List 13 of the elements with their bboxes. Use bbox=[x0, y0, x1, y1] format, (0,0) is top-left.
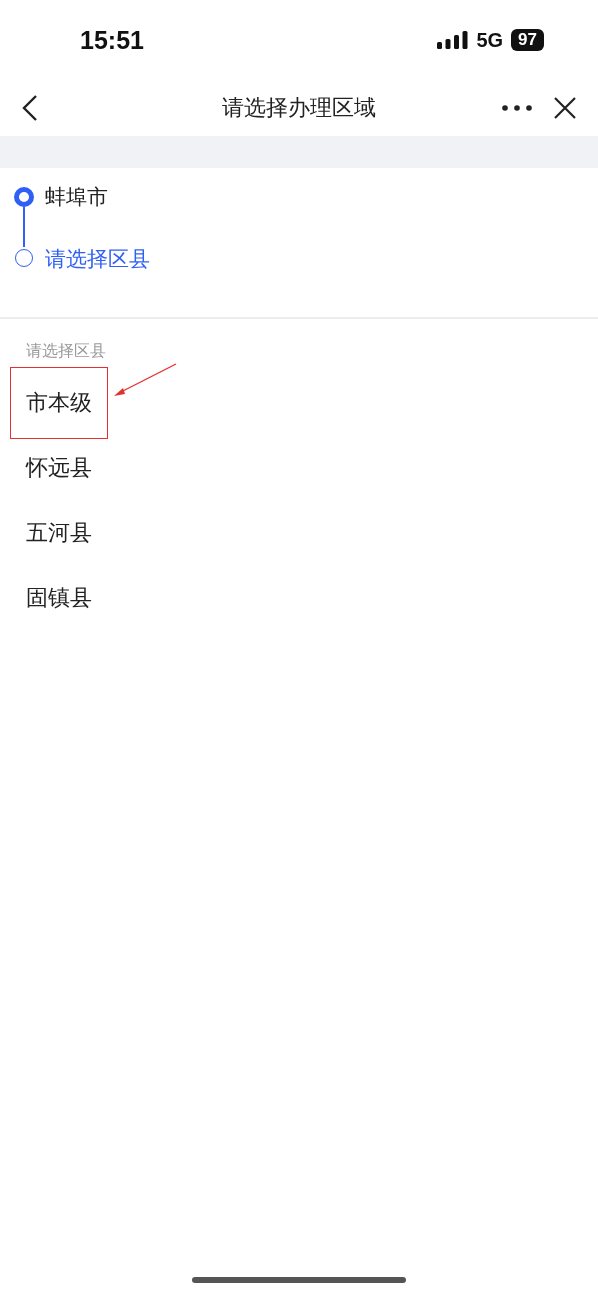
signal-icon bbox=[437, 31, 469, 49]
step-label[interactable]: 请选择区县 bbox=[45, 244, 150, 274]
status-time: 15:51 bbox=[80, 25, 144, 55]
close-icon[interactable] bbox=[554, 97, 576, 119]
battery-level: 97 bbox=[511, 29, 544, 51]
page-title: 请选择办理区域 bbox=[222, 94, 376, 122]
list-heading: 请选择区县 bbox=[25, 340, 107, 362]
annotation-arrow bbox=[113, 363, 177, 399]
network-label: 5G bbox=[476, 28, 504, 52]
back-icon[interactable] bbox=[22, 94, 38, 122]
step-label: 蚌埠市 bbox=[45, 184, 108, 211]
more-icon[interactable] bbox=[502, 105, 532, 111]
district-item[interactable]: 市本级 bbox=[10, 366, 108, 439]
